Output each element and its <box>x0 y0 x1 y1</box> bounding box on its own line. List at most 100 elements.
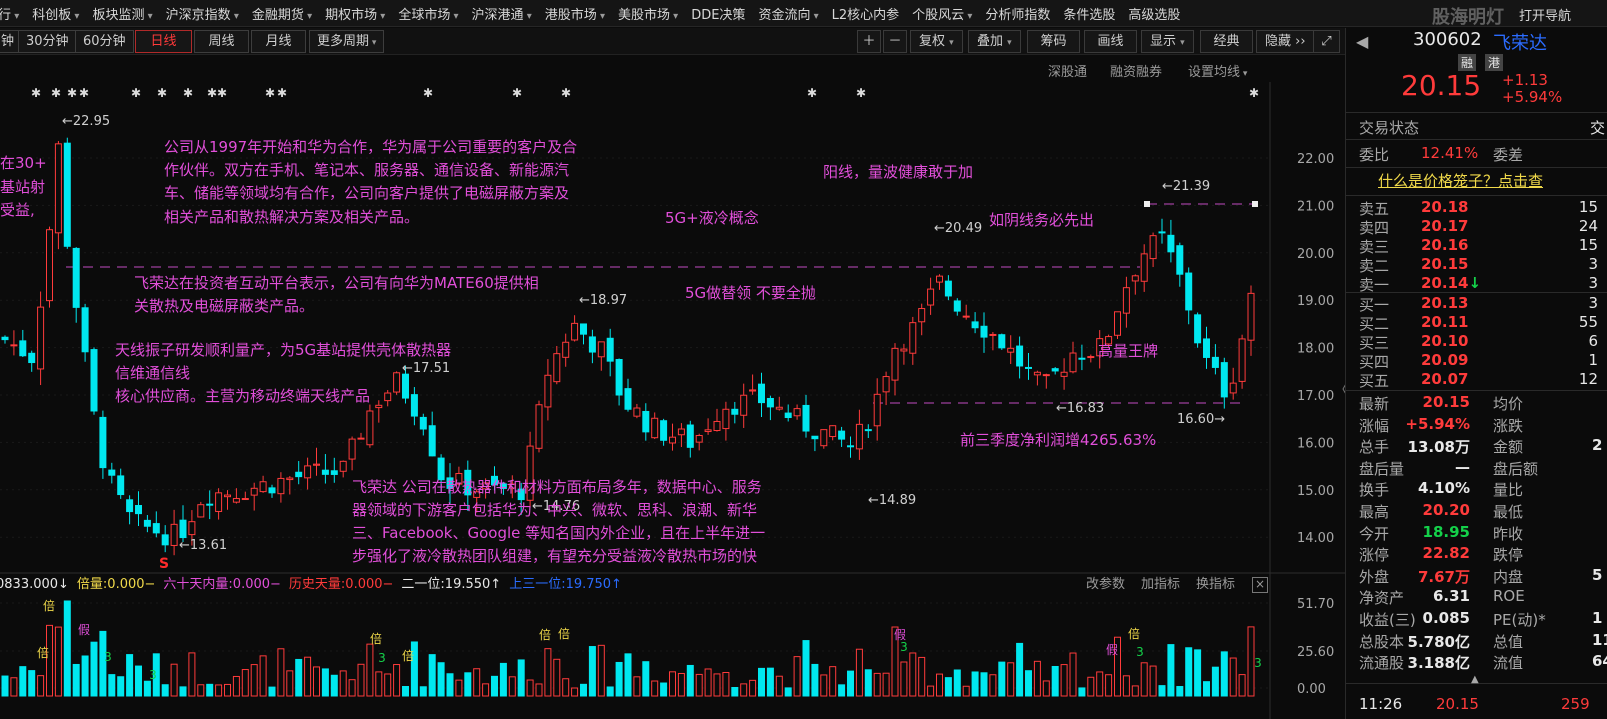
stat-label: 流通股 <box>1359 654 1405 673</box>
candle-down <box>766 397 774 408</box>
zoom-out-button[interactable]: － <box>883 30 907 53</box>
period-more[interactable]: 更多周期 ▾ <box>309 30 385 53</box>
menu-item[interactable]: L2核心内参 <box>832 4 900 23</box>
candle-up <box>54 143 62 234</box>
candle-up <box>651 417 659 439</box>
menu-item[interactable]: 分析师指数 <box>985 4 1050 23</box>
orderbook-row[interactable]: 买二 20.11 55 <box>1346 313 1607 334</box>
ma-settings-link[interactable]: 设置均线 ▾ <box>1188 61 1247 80</box>
price-change: +1.13 <box>1502 71 1548 89</box>
period-daily[interactable]: 日线 <box>135 30 192 53</box>
candle-down <box>624 388 632 410</box>
candle-down <box>1051 368 1059 372</box>
stat-label: 金额 <box>1493 438 1524 457</box>
display-button[interactable]: 显示 ▾ <box>1141 30 1194 53</box>
menu-item[interactable]: 沪深港通 <box>472 4 532 23</box>
price-cage-link[interactable]: 什么是价格笼子？点击查 <box>1378 170 1543 191</box>
menu-item[interactable]: 金融期货 <box>252 4 312 23</box>
zoom-in-button[interactable]: ＋ <box>857 30 881 53</box>
orderbook-row[interactable]: 买一 20.13 3 <box>1346 294 1607 315</box>
chart-annotation: 受益, <box>0 201 35 219</box>
orderbook-row[interactable]: 买四 20.09 1 <box>1346 351 1607 372</box>
line-handle[interactable] <box>1144 201 1150 207</box>
volume-bar <box>686 664 694 697</box>
period-weekly[interactable]: 周线 <box>194 30 249 53</box>
candle-down <box>758 383 765 404</box>
chevron-down-icon: ▾ <box>1007 38 1012 48</box>
classic-button[interactable]: 经典 <box>1200 30 1253 53</box>
orderbook-row[interactable]: 买五 20.07 12 <box>1346 370 1607 391</box>
volume-bar <box>37 675 45 697</box>
menu-item[interactable]: 条件选股 <box>1063 4 1115 23</box>
period-30min[interactable]: 30分钟 <box>18 30 77 53</box>
volume-bar <box>1060 664 1068 697</box>
top-markers: ✱ ✱ ✱ ✱ ✱ ✱ ✱ ✱ ✱ ✱ ✱ ✱ ✱ ✱ ✱ ✱ ✱ <box>31 86 1259 100</box>
overlay-button[interactable]: 叠加 ▾ <box>968 30 1021 53</box>
top-marker: ✱ <box>183 86 193 100</box>
menu-item[interactable]: 个股风云 <box>912 4 972 23</box>
candle-up <box>704 429 712 433</box>
candle-down <box>784 412 792 419</box>
orderbook-volume: 3 <box>1588 255 1598 274</box>
open-nav-link[interactable]: 打开导航 <box>1519 5 1571 24</box>
expand-up-icon[interactable]: ▲ <box>1471 674 1479 685</box>
add-indicator-button[interactable]: 加指标 <box>1141 574 1180 596</box>
candle-up <box>695 435 703 443</box>
change-indicator-button[interactable]: 换指标 <box>1196 574 1235 596</box>
orderbook-label: 买四 <box>1359 352 1390 371</box>
top-marker: ✱ <box>79 86 89 100</box>
volume-bar <box>321 668 329 697</box>
hide-button[interactable]: 隐藏 ›› <box>1256 30 1315 53</box>
stat-label: PE(动)* <box>1493 611 1546 629</box>
edit-params-button[interactable]: 改参数 <box>1086 574 1125 596</box>
draw-line-button[interactable]: 画线 <box>1084 30 1137 53</box>
close-icon[interactable]: × <box>1252 577 1268 593</box>
chart-annotation: 关散热及电磁屏蔽类产品。 <box>134 297 315 315</box>
orderbook-row[interactable]: 卖三 20.16 15 <box>1346 236 1607 257</box>
chart-annotation: 车、储能等领域均有合作，公司向客户提供了电磁屏蔽方案及 <box>164 184 570 202</box>
divider <box>1346 195 1607 196</box>
menu-item[interactable]: 科创板 <box>32 4 79 23</box>
menu-item[interactable]: 全球市场 <box>398 4 458 23</box>
stat-label: 涨幅 <box>1359 416 1390 435</box>
volume-bar <box>197 684 205 697</box>
candle-down <box>63 142 71 247</box>
menu-item[interactable]: 行 <box>0 4 19 23</box>
orderbook-volume: 1 <box>1588 350 1598 369</box>
hk-connect-link[interactable]: 深股通 <box>1048 61 1087 80</box>
menu-item[interactable]: 高级选股 <box>1128 4 1180 23</box>
volume-bar <box>1025 670 1032 697</box>
period-monthly[interactable]: 月线 <box>251 30 306 53</box>
chevron-down-icon: ▾ <box>1180 38 1185 48</box>
volume-bar <box>927 685 935 697</box>
menu-item[interactable]: 港股市场 <box>545 4 605 23</box>
fuquan-button[interactable]: 复权 ▾ <box>910 30 963 53</box>
fullscreen-icon[interactable]: ⤢ <box>1313 30 1340 53</box>
orderbook-row[interactable]: 卖五 20.18 15 <box>1346 198 1607 219</box>
period-60min[interactable]: 60分钟 <box>75 30 134 53</box>
candle-down <box>971 321 979 329</box>
menu-item[interactable]: 美股市场 <box>618 4 678 23</box>
stat-label: 收益(三) <box>1359 611 1416 629</box>
volume-bar <box>508 676 516 697</box>
menu-item[interactable]: DDE决策 <box>691 4 745 23</box>
line-handle[interactable] <box>1252 201 1258 207</box>
volume-label: 倍 <box>43 598 55 613</box>
orderbook-row[interactable]: 卖二 20.15 3 <box>1346 255 1607 276</box>
candle-down <box>998 334 1006 349</box>
volume-bar <box>1042 680 1050 697</box>
chart-annotation: 公司从1997年开始和华为合作，华为属于公司重要的客户及合 <box>164 138 578 156</box>
chip-button[interactable]: 筹码 <box>1027 30 1080 53</box>
menu-item[interactable]: 板块监测 <box>92 4 152 23</box>
orderbook-row[interactable]: 买三 20.10 6 <box>1346 332 1607 353</box>
orderbook-row[interactable]: 卖四 20.17 24 <box>1346 217 1607 238</box>
menu-item[interactable]: 资金流向 <box>758 4 818 23</box>
candle-down <box>606 337 614 362</box>
menu-item[interactable]: 沪深京指数 <box>166 4 239 23</box>
stat-value: 13.08万 <box>1407 438 1470 457</box>
menu-item[interactable]: 期权市场 <box>325 4 385 23</box>
candle-up <box>1060 371 1068 377</box>
back-arrow-icon[interactable]: ◀ <box>1356 32 1368 51</box>
margin-link[interactable]: 融资融券 <box>1110 61 1162 80</box>
stats-row: 总股本5.780亿 总值 11 <box>1346 631 1607 652</box>
